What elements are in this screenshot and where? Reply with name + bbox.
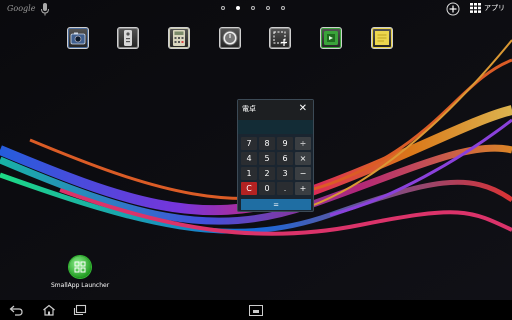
key-equals[interactable]: = <box>241 199 311 210</box>
page-dot[interactable] <box>266 6 270 10</box>
launcher-grid-icon <box>74 261 86 273</box>
key-9[interactable]: 9 <box>277 137 293 150</box>
camera-icon <box>70 32 86 45</box>
sticky-note-icon <box>375 31 389 45</box>
recent-apps-icon[interactable] <box>73 304 87 316</box>
calculator-display <box>238 120 313 134</box>
apps-button[interactable]: アプリ <box>470 3 505 13</box>
navigation-bar <box>0 300 512 320</box>
remote-control-icon <box>124 30 132 46</box>
calculator-title: 電卓 <box>242 105 256 113</box>
sticky-note-app-icon[interactable] <box>371 27 393 49</box>
small-apps-tray-icon[interactable] <box>249 305 263 316</box>
key-7[interactable]: 7 <box>241 137 257 150</box>
calculator-widget: 電卓 ✕ 7 8 9 ÷ 4 5 6 × 1 2 3 − C 0 . + = <box>237 99 314 212</box>
key-minus[interactable]: − <box>295 167 311 180</box>
page-dot[interactable] <box>236 6 240 10</box>
home-icon[interactable] <box>42 304 56 316</box>
status-top-bar: Google アプリ <box>0 0 512 20</box>
microphone-icon[interactable] <box>40 3 50 16</box>
screen-capture-app-icon[interactable] <box>269 27 291 49</box>
back-icon[interactable] <box>9 304 23 316</box>
browser-icon <box>324 31 338 45</box>
timer-app-icon[interactable] <box>219 27 241 49</box>
camera-app-icon[interactable] <box>67 27 89 49</box>
calculator-app-icon[interactable] <box>168 27 190 49</box>
home-page-indicator <box>221 6 285 10</box>
calculator-icon <box>173 30 185 46</box>
browser-app-icon[interactable] <box>320 27 342 49</box>
key-multiply[interactable]: × <box>295 152 311 165</box>
key-clear[interactable]: C <box>241 182 257 195</box>
remote-app-icon[interactable] <box>117 27 139 49</box>
key-8[interactable]: 8 <box>259 137 275 150</box>
apps-label: アプリ <box>484 4 505 12</box>
shortcut-label: SmallApp Launcher <box>51 282 110 289</box>
add-icon[interactable] <box>446 2 460 16</box>
page-dot[interactable] <box>221 6 225 10</box>
key-0[interactable]: 0 <box>259 182 275 195</box>
key-decimal[interactable]: . <box>277 182 293 195</box>
timer-icon <box>222 30 238 46</box>
key-6[interactable]: 6 <box>277 152 293 165</box>
key-divide[interactable]: ÷ <box>295 137 311 150</box>
apps-grid-icon <box>470 3 481 13</box>
page-dot[interactable] <box>251 6 255 10</box>
close-icon[interactable]: ✕ <box>299 103 307 114</box>
google-search-label[interactable]: Google <box>7 4 35 13</box>
key-plus[interactable]: + <box>295 182 311 195</box>
key-1[interactable]: 1 <box>241 167 257 180</box>
calculator-keypad: 7 8 9 ÷ 4 5 6 × 1 2 3 − C 0 . + <box>241 137 312 195</box>
screen-capture-icon <box>273 31 287 46</box>
smallapp-launcher-icon <box>69 256 91 278</box>
page-dot[interactable] <box>281 6 285 10</box>
key-3[interactable]: 3 <box>277 167 293 180</box>
key-5[interactable]: 5 <box>259 152 275 165</box>
key-4[interactable]: 4 <box>241 152 257 165</box>
key-2[interactable]: 2 <box>259 167 275 180</box>
calculator-header[interactable]: 電卓 ✕ <box>238 100 313 120</box>
smallapp-launcher-shortcut[interactable]: SmallApp Launcher <box>51 256 109 289</box>
